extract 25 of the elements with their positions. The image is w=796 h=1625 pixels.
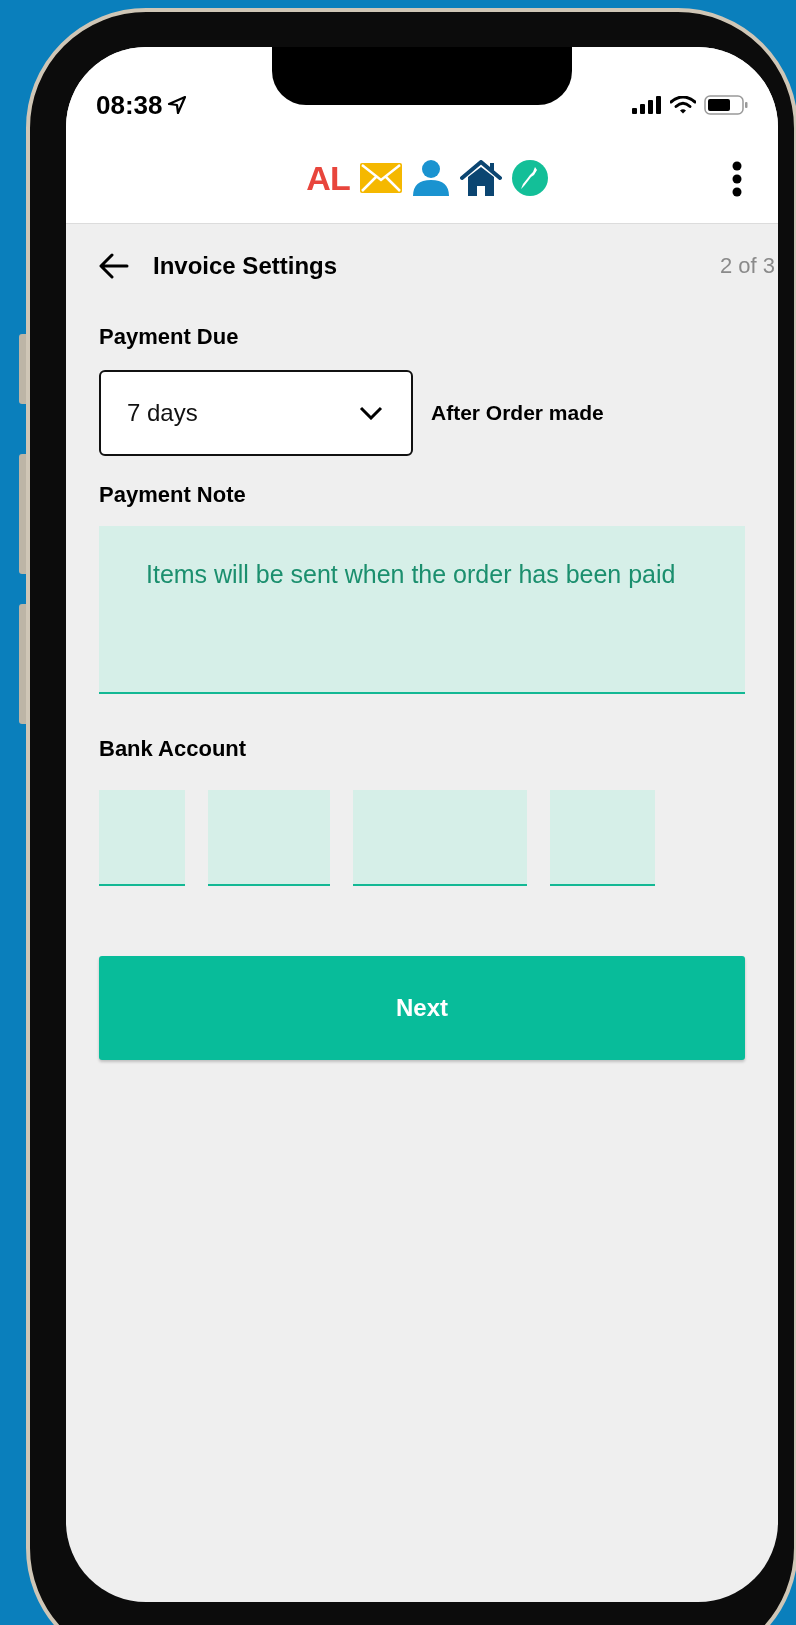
bank-account-input[interactable]: [99, 790, 185, 886]
payment-note-field[interactable]: Items will be sent when the order has been paid: [99, 526, 745, 694]
back-arrow-icon[interactable]: [99, 253, 129, 279]
payment-due-dropdown[interactable]: 7 days: [99, 370, 413, 456]
field-suffix: After Order made: [431, 401, 604, 425]
wifi-icon: [670, 96, 696, 114]
page-title: Invoice Settings: [153, 252, 339, 280]
status-time: 08:38: [96, 89, 163, 121]
field-label: Bank Account: [99, 736, 248, 762]
signal-icon: [632, 96, 662, 114]
field-label: Payment Note: [99, 482, 247, 508]
more-menu-icon[interactable]: [732, 161, 742, 197]
location-arrow-icon: [166, 95, 187, 115]
step-counter: 2 of 3: [719, 253, 775, 279]
next-button[interactable]: Next: [99, 956, 745, 1060]
house-icon: [459, 160, 502, 196]
envelope-icon: [359, 163, 402, 193]
field-label: Payment Due: [99, 324, 240, 350]
person-icon: [411, 160, 450, 196]
bank-account-input[interactable]: [353, 790, 527, 886]
chevron-down-icon: [359, 406, 383, 420]
bank-account-input[interactable]: [550, 790, 655, 886]
battery-icon: [704, 95, 748, 115]
bank-account-input[interactable]: [208, 790, 330, 886]
logo-text: AL: [306, 158, 350, 198]
